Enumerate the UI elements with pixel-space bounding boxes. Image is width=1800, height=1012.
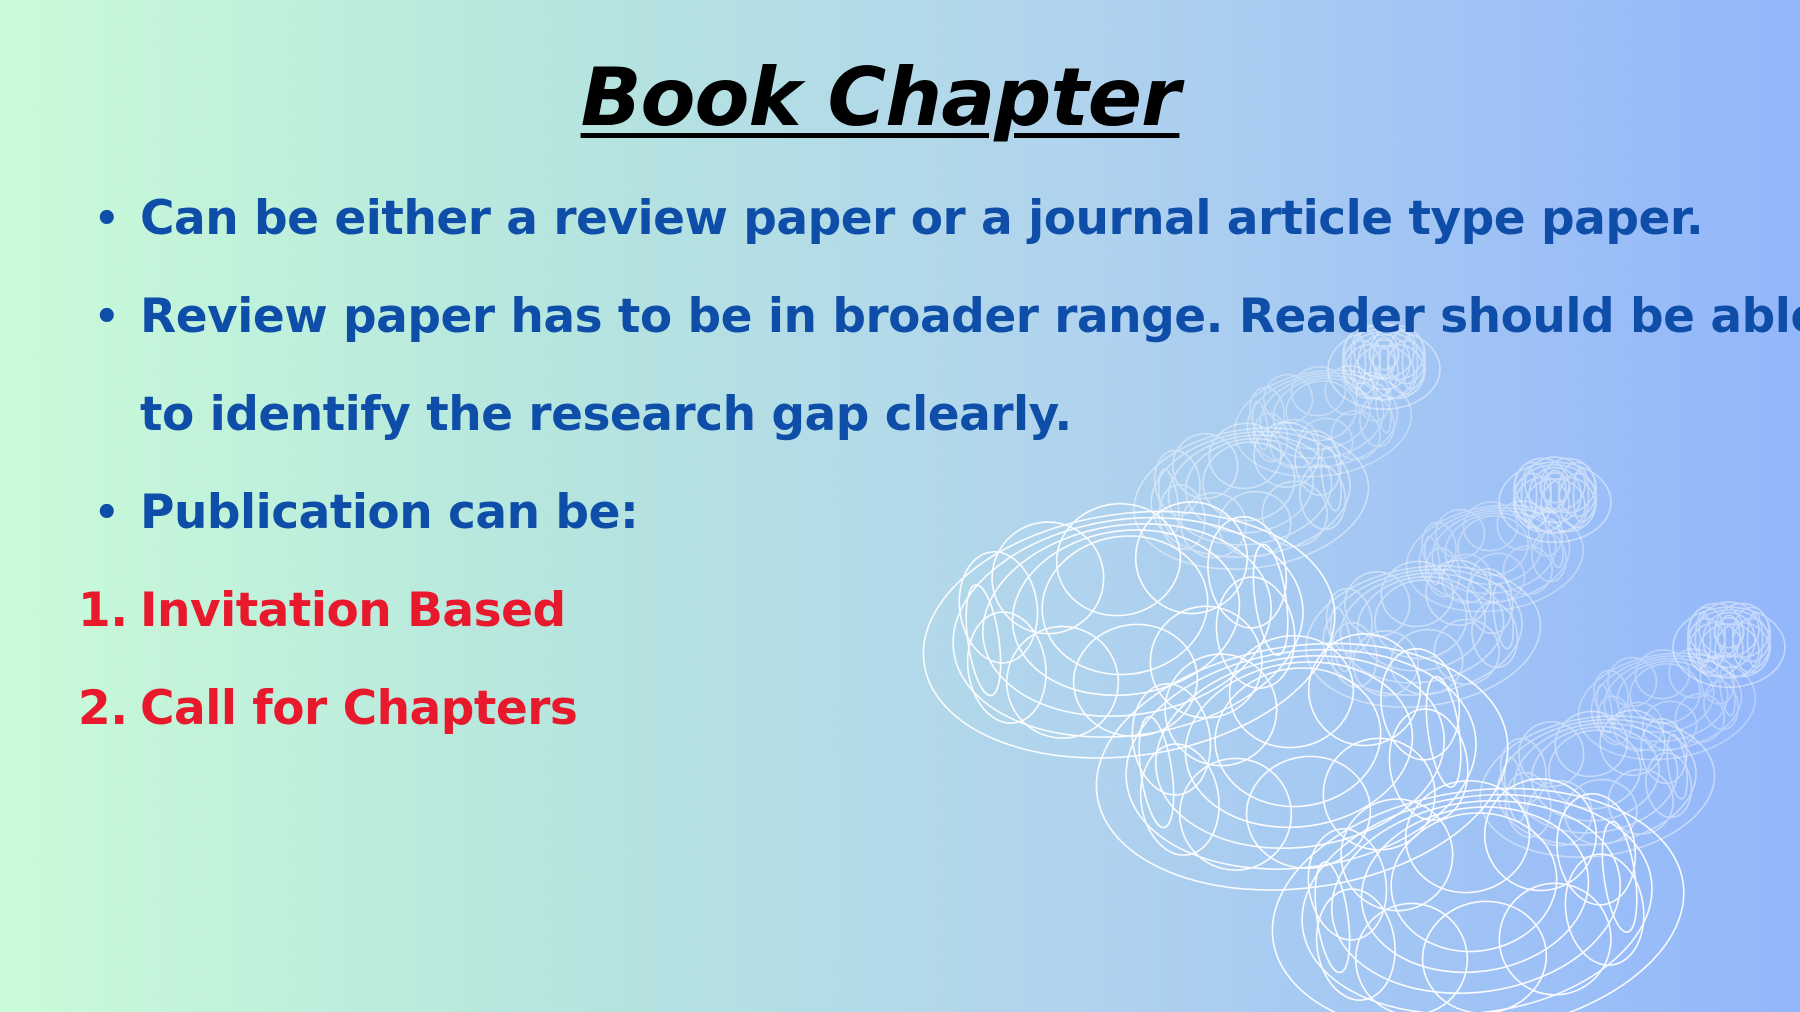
number-marker: 2. [78,681,128,736]
bullet-marker: • [94,294,120,340]
bullet-text-continuation: to identify the research gap clearly. [140,387,1072,442]
torus-icon [1271,778,1685,1012]
bullet-item: • Review paper has to be in broader rang… [78,268,1800,464]
numbered-text: Call for Chapters [140,681,578,736]
bullet-text: Can be either a review paper or a journa… [140,191,1704,246]
slide-title: Book Chapter [580,51,1181,144]
numbered-item: 2. Call for Chapters [78,660,1778,758]
numbered-text: Invitation Based [140,583,566,638]
bullet-text: Publication can be: [140,485,639,540]
bullet-text: Review paper has to be in broader range.… [140,289,1800,344]
number-marker: 1. [78,583,128,638]
slide: Book Chapter • Can be either a review pa… [0,0,1800,1012]
slide-body: • Can be either a review paper or a jour… [78,170,1800,758]
bullet-marker: • [94,490,120,536]
numbered-item: 1. Invitation Based [78,562,1778,660]
bullet-marker: • [94,196,120,242]
bullet-item: • Publication can be: [78,464,1778,562]
bullet-item: • Can be either a review paper or a jour… [78,170,1778,268]
